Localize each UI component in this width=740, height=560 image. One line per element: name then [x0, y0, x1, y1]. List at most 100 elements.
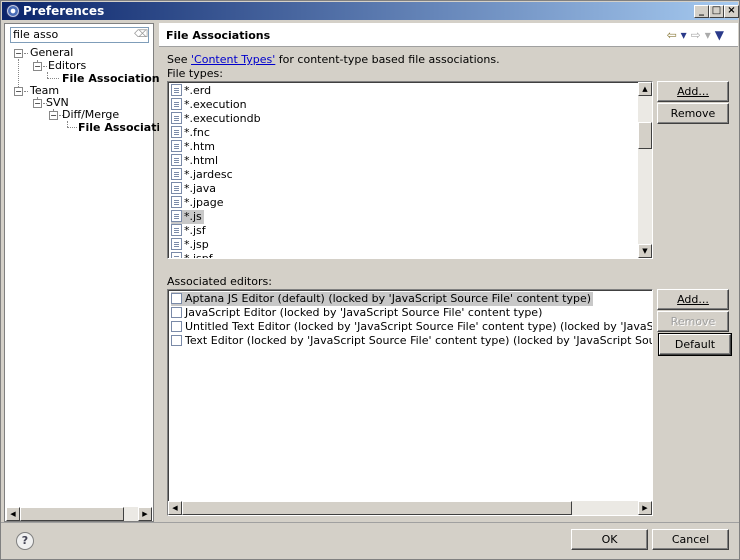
forward-dropdown-icon[interactable]: ▾: [705, 28, 715, 42]
back-dropdown-icon[interactable]: ▾: [681, 28, 691, 42]
cancel-label: Cancel: [671, 533, 710, 546]
scroll-left-icon[interactable]: ◀: [168, 501, 182, 515]
minimize-button[interactable]: _: [694, 5, 709, 18]
editor-label: JavaScript Editor (locked by 'JavaScript…: [185, 306, 543, 319]
tree-horizontal-scrollbar[interactable]: ◀ ▶: [6, 507, 152, 521]
clear-filter-icon[interactable]: ⌫: [134, 29, 148, 41]
content-types-link[interactable]: 'Content Types': [191, 53, 275, 66]
file-icon: [171, 252, 182, 258]
file-type-item[interactable]: *.fnc: [171, 126, 210, 140]
remove-file-type-button[interactable]: Remove: [657, 103, 729, 124]
file-type-label: *.jpage: [184, 196, 224, 209]
associated-editors-list[interactable]: Aptana JS Editor (default) (locked by 'J…: [167, 289, 653, 516]
file-type-label: *.jsp: [184, 238, 209, 251]
scroll-thumb[interactable]: [638, 122, 652, 149]
scroll-thumb[interactable]: [182, 501, 572, 515]
file-icon: [171, 168, 182, 180]
page-title: File Associations: [166, 29, 271, 42]
editor-item[interactable]: JavaScript Editor (locked by 'JavaScript…: [171, 306, 542, 320]
collapse-svn-icon[interactable]: −: [33, 99, 42, 108]
scroll-right-icon[interactable]: ▶: [638, 501, 652, 515]
collapse-general-icon[interactable]: −: [14, 49, 23, 58]
file-type-label: *.html: [184, 154, 219, 167]
file-types-list[interactable]: *.erd *.execution *.executiondb *.fnc *.htm *…: [167, 81, 653, 259]
file-type-label: *.htm: [184, 140, 215, 153]
scroll-left-icon[interactable]: ◀: [6, 507, 20, 521]
default-editor-button[interactable]: Default: [658, 333, 732, 356]
view-menu-icon[interactable]: ▼: [715, 28, 728, 42]
close-button[interactable]: ×: [724, 5, 739, 18]
file-type-item[interactable]: *.jspf: [171, 252, 213, 259]
maximize-button[interactable]: □: [709, 5, 724, 18]
dialog-footer: ? OK Cancel: [1, 522, 739, 559]
file-type-item[interactable]: *.erd: [171, 84, 211, 98]
file-type-label: *.jspf: [184, 252, 213, 259]
collapse-diff-merge-icon[interactable]: −: [49, 111, 58, 120]
file-icon: [171, 84, 182, 96]
file-type-label: *.fnc: [184, 126, 210, 139]
editor-item[interactable]: Text Editor (locked by 'JavaScript Sourc…: [171, 334, 652, 348]
tree-item-general[interactable]: General: [30, 46, 73, 59]
editor-label: Untitled Text Editor (locked by 'JavaScr…: [185, 320, 653, 333]
file-type-item[interactable]: *.execution: [171, 98, 247, 112]
window-title: Preferences: [23, 4, 105, 18]
file-type-item[interactable]: *.jsf: [171, 224, 206, 238]
file-type-item[interactable]: *.executiondb: [171, 112, 261, 126]
page-description: See 'Content Types' for content-type bas…: [167, 53, 500, 66]
associated-editors-label: Associated editors:: [167, 275, 272, 288]
add-file-type-button[interactable]: Add...: [657, 81, 729, 102]
file-icon: [171, 224, 182, 236]
file-type-item[interactable]: *.jardesc: [171, 168, 233, 182]
remove-file-type-label: Remove: [670, 107, 716, 120]
remove-editor-button[interactable]: Remove: [657, 311, 729, 332]
title-bar[interactable]: Preferences _ □ ×: [2, 2, 739, 20]
add-editor-button[interactable]: Add...: [657, 289, 729, 310]
preference-tree-panel: file asso ⌫ − General − Editors File Ass…: [4, 23, 182, 522]
back-arrow-icon[interactable]: ⇦: [667, 28, 681, 42]
editor-item[interactable]: Aptana JS Editor (default) (locked by 'J…: [171, 292, 594, 306]
tree-item-editors[interactable]: Editors: [48, 59, 86, 72]
preferences-window: Preferences _ □ × file asso ⌫ − General …: [0, 0, 740, 560]
editor-label: Text Editor (locked by 'JavaScript Sourc…: [185, 334, 652, 347]
file-type-label: *.js: [184, 210, 202, 223]
file-types-vertical-scrollbar[interactable]: ▲ ▼: [638, 82, 652, 258]
editor-item[interactable]: Untitled Text Editor (locked by 'JavaScr…: [171, 320, 653, 334]
file-type-label: *.java: [184, 182, 217, 195]
scroll-thumb[interactable]: [20, 507, 124, 521]
help-icon[interactable]: ?: [16, 532, 34, 550]
tree-item-diff-merge[interactable]: Diff/Merge: [62, 108, 119, 121]
page-navigation: ⇦▾⇨▾▼: [667, 28, 728, 42]
editor-icon: [171, 307, 182, 318]
filter-text: file asso: [13, 28, 59, 41]
file-type-item[interactable]: *.jsp: [171, 238, 209, 252]
file-types-label: File types:: [167, 67, 223, 80]
forward-arrow-icon[interactable]: ⇨: [691, 28, 705, 42]
file-icon: [171, 140, 182, 152]
file-icon: [171, 112, 182, 124]
ok-button[interactable]: OK: [571, 529, 648, 550]
remove-editor-label: Remove: [670, 315, 716, 328]
ok-label: OK: [601, 533, 618, 546]
scroll-down-icon[interactable]: ▼: [638, 244, 652, 258]
editors-horizontal-scrollbar[interactable]: ◀ ▶: [168, 501, 652, 515]
file-type-item[interactable]: *.js: [171, 210, 204, 224]
file-type-item[interactable]: *.htm: [171, 140, 215, 154]
cancel-button[interactable]: Cancel: [652, 529, 729, 550]
add-file-type-label: Add...: [677, 85, 709, 98]
file-type-item[interactable]: *.java: [171, 182, 216, 196]
file-icon: [171, 154, 182, 166]
page-header: File Associations ⇦▾⇨▾▼: [159, 23, 738, 47]
file-type-label: *.executiondb: [184, 112, 261, 125]
file-type-label: *.erd: [184, 84, 212, 97]
desc-suffix: for content-type based file associations…: [275, 53, 500, 66]
collapse-team-icon[interactable]: −: [14, 87, 23, 96]
collapse-editors-icon[interactable]: −: [33, 62, 42, 71]
filter-input[interactable]: file asso ⌫: [10, 27, 149, 43]
editor-icon: [171, 321, 182, 332]
scroll-up-icon[interactable]: ▲: [638, 82, 652, 96]
add-editor-label: Add...: [677, 293, 709, 306]
tree-item-file-associations-general[interactable]: File Associations: [62, 72, 166, 85]
scroll-right-icon[interactable]: ▶: [138, 507, 152, 521]
file-type-item[interactable]: *.jpage: [171, 196, 224, 210]
file-type-item[interactable]: *.html: [171, 154, 218, 168]
